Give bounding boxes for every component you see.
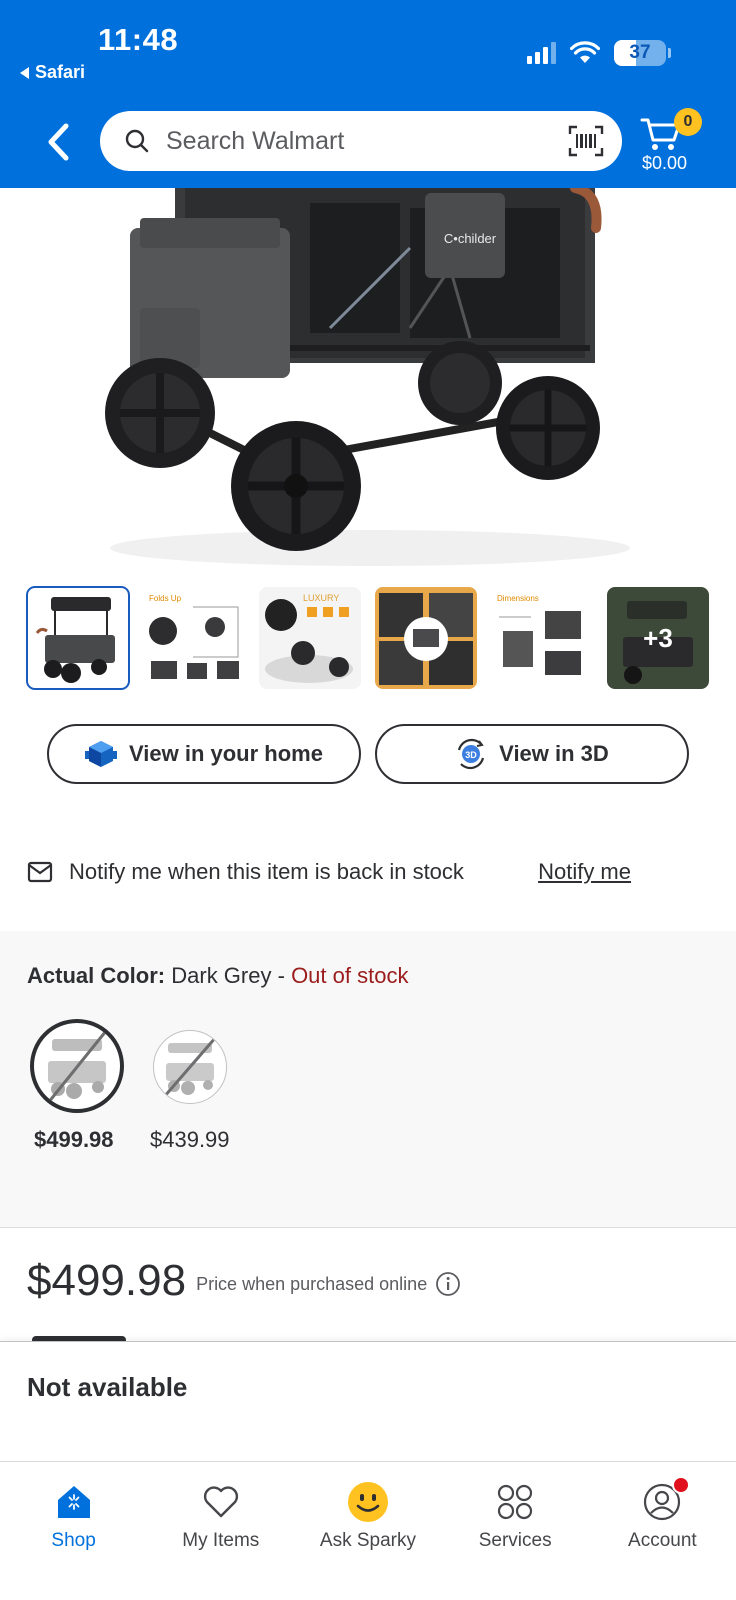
wheel-front-left <box>105 358 215 468</box>
back-app-label: Safari <box>35 62 86 82</box>
nav-services-label: Services <box>478 1530 552 1551</box>
nav-account-label: Account <box>628 1530 697 1551</box>
view-in-3d-button[interactable]: 3D View in 3D <box>375 724 689 784</box>
nav-my-items-label: My Items <box>182 1530 260 1551</box>
svg-text:Dimensions: Dimensions <box>497 594 539 603</box>
price-row: $499.98 Price when purchased online <box>27 1256 461 1306</box>
status-icons: 37 <box>527 40 671 66</box>
3d-rotate-icon: 3D <box>458 738 485 770</box>
status-time: 11:48 <box>98 22 179 57</box>
variant-color-value: Dark Grey <box>171 963 272 988</box>
services-icon <box>498 1484 533 1520</box>
notify-me-link[interactable]: Notify me <box>538 859 631 885</box>
cart-button[interactable]: 0 $0.00 <box>640 104 720 180</box>
thumbnail-4[interactable] <box>375 587 477 689</box>
account-notification-dot <box>672 1476 691 1494</box>
envelope-icon <box>27 861 53 883</box>
color-variant-section: Actual Color: Dark Grey - Out of stock $… <box>0 931 736 1227</box>
wifi-icon <box>570 41 600 63</box>
info-icon[interactable] <box>435 1271 461 1297</box>
wheel-rear-right <box>496 376 600 480</box>
variant-separator: - <box>271 963 292 988</box>
color-swatch-other[interactable] <box>153 1030 227 1104</box>
availability-bar: Not available <box>0 1341 736 1461</box>
nav-shop-label: Shop <box>51 1530 96 1551</box>
product-price: $499.98 <box>27 1256 187 1305</box>
cart-total: $0.00 <box>642 153 688 173</box>
notify-text: Notify me when this item is back in stoc… <box>69 859 464 884</box>
svg-text:LUXURY: LUXURY <box>303 593 339 603</box>
wagon-illustration: C•childer <box>105 188 630 566</box>
thumbnail-strip: Folds Up LUXURY Dimensions +3 <box>26 586 713 691</box>
wheel-rear-left <box>418 341 502 425</box>
heart-icon <box>203 1486 238 1518</box>
app-header: 11:48 Safari 37 Search Walmart 0 $0.00 <box>0 0 736 188</box>
thumbnail-1[interactable] <box>26 586 130 690</box>
thumbnail-2[interactable]: Folds Up <box>143 587 245 689</box>
not-available-text: Not available <box>27 1372 188 1402</box>
cellular-signal-icon <box>527 42 556 64</box>
sparky-icon <box>347 1482 388 1522</box>
thumbnail-3[interactable]: LUXURY <box>259 587 361 689</box>
product-hero-image[interactable]: C•childer <box>0 188 736 580</box>
nav-ask-sparky[interactable]: Ask Sparky <box>294 1462 441 1600</box>
color-swatch-selected[interactable] <box>30 1019 124 1113</box>
svg-text:3D: 3D <box>465 750 477 760</box>
battery-level: 37 <box>629 42 651 63</box>
thumbnail-5[interactable]: Dimensions <box>491 587 593 689</box>
variant-label: Actual Color: Dark Grey - Out of stock <box>27 963 408 989</box>
nav-my-items[interactable]: My Items <box>147 1462 294 1600</box>
back-to-safari[interactable]: Safari <box>20 62 85 83</box>
nav-ask-sparky-label: Ask Sparky <box>319 1530 417 1551</box>
variant-label-key: Actual Color: <box>27 963 166 988</box>
swatch-price-other: $439.99 <box>150 1127 230 1152</box>
shop-icon <box>57 1486 90 1518</box>
view-in-3d-label: View in 3D <box>499 741 609 766</box>
divider <box>0 1227 736 1228</box>
search-input[interactable]: Search Walmart <box>166 127 568 156</box>
view-in-home-button[interactable]: View in your home <box>47 724 361 784</box>
svg-text:Folds Up: Folds Up <box>149 594 182 603</box>
hero-brand-text: C•childer <box>444 231 497 246</box>
nav-services[interactable]: Services <box>442 1462 589 1600</box>
ar-cube-icon <box>85 741 117 767</box>
wheel-front-right <box>231 421 361 551</box>
battery-indicator: 37 <box>614 40 671 66</box>
back-triangle-icon <box>20 66 29 79</box>
bottom-nav: Shop My Items Ask Sparky Services Accoun… <box>0 1461 736 1600</box>
cart-count-badge: 0 <box>674 108 702 136</box>
nav-shop[interactable]: Shop <box>0 1462 147 1600</box>
search-bar[interactable]: Search Walmart <box>100 111 622 171</box>
more-images-count: +3 <box>643 622 673 653</box>
nav-account[interactable]: Account <box>589 1462 736 1600</box>
out-of-stock-text: Out of stock <box>291 963 409 988</box>
price-note: Price when purchased online <box>196 1273 428 1294</box>
back-in-stock-notice: Notify me when this item is back in stoc… <box>27 852 713 892</box>
barcode-scan-icon[interactable] <box>568 125 604 157</box>
thumbnail-more[interactable]: +3 <box>607 587 709 689</box>
swatch-price-selected: $499.98 <box>34 1127 114 1152</box>
search-icon <box>125 129 149 153</box>
back-chevron-icon[interactable] <box>40 120 80 164</box>
view-in-home-label: View in your home <box>129 741 323 766</box>
